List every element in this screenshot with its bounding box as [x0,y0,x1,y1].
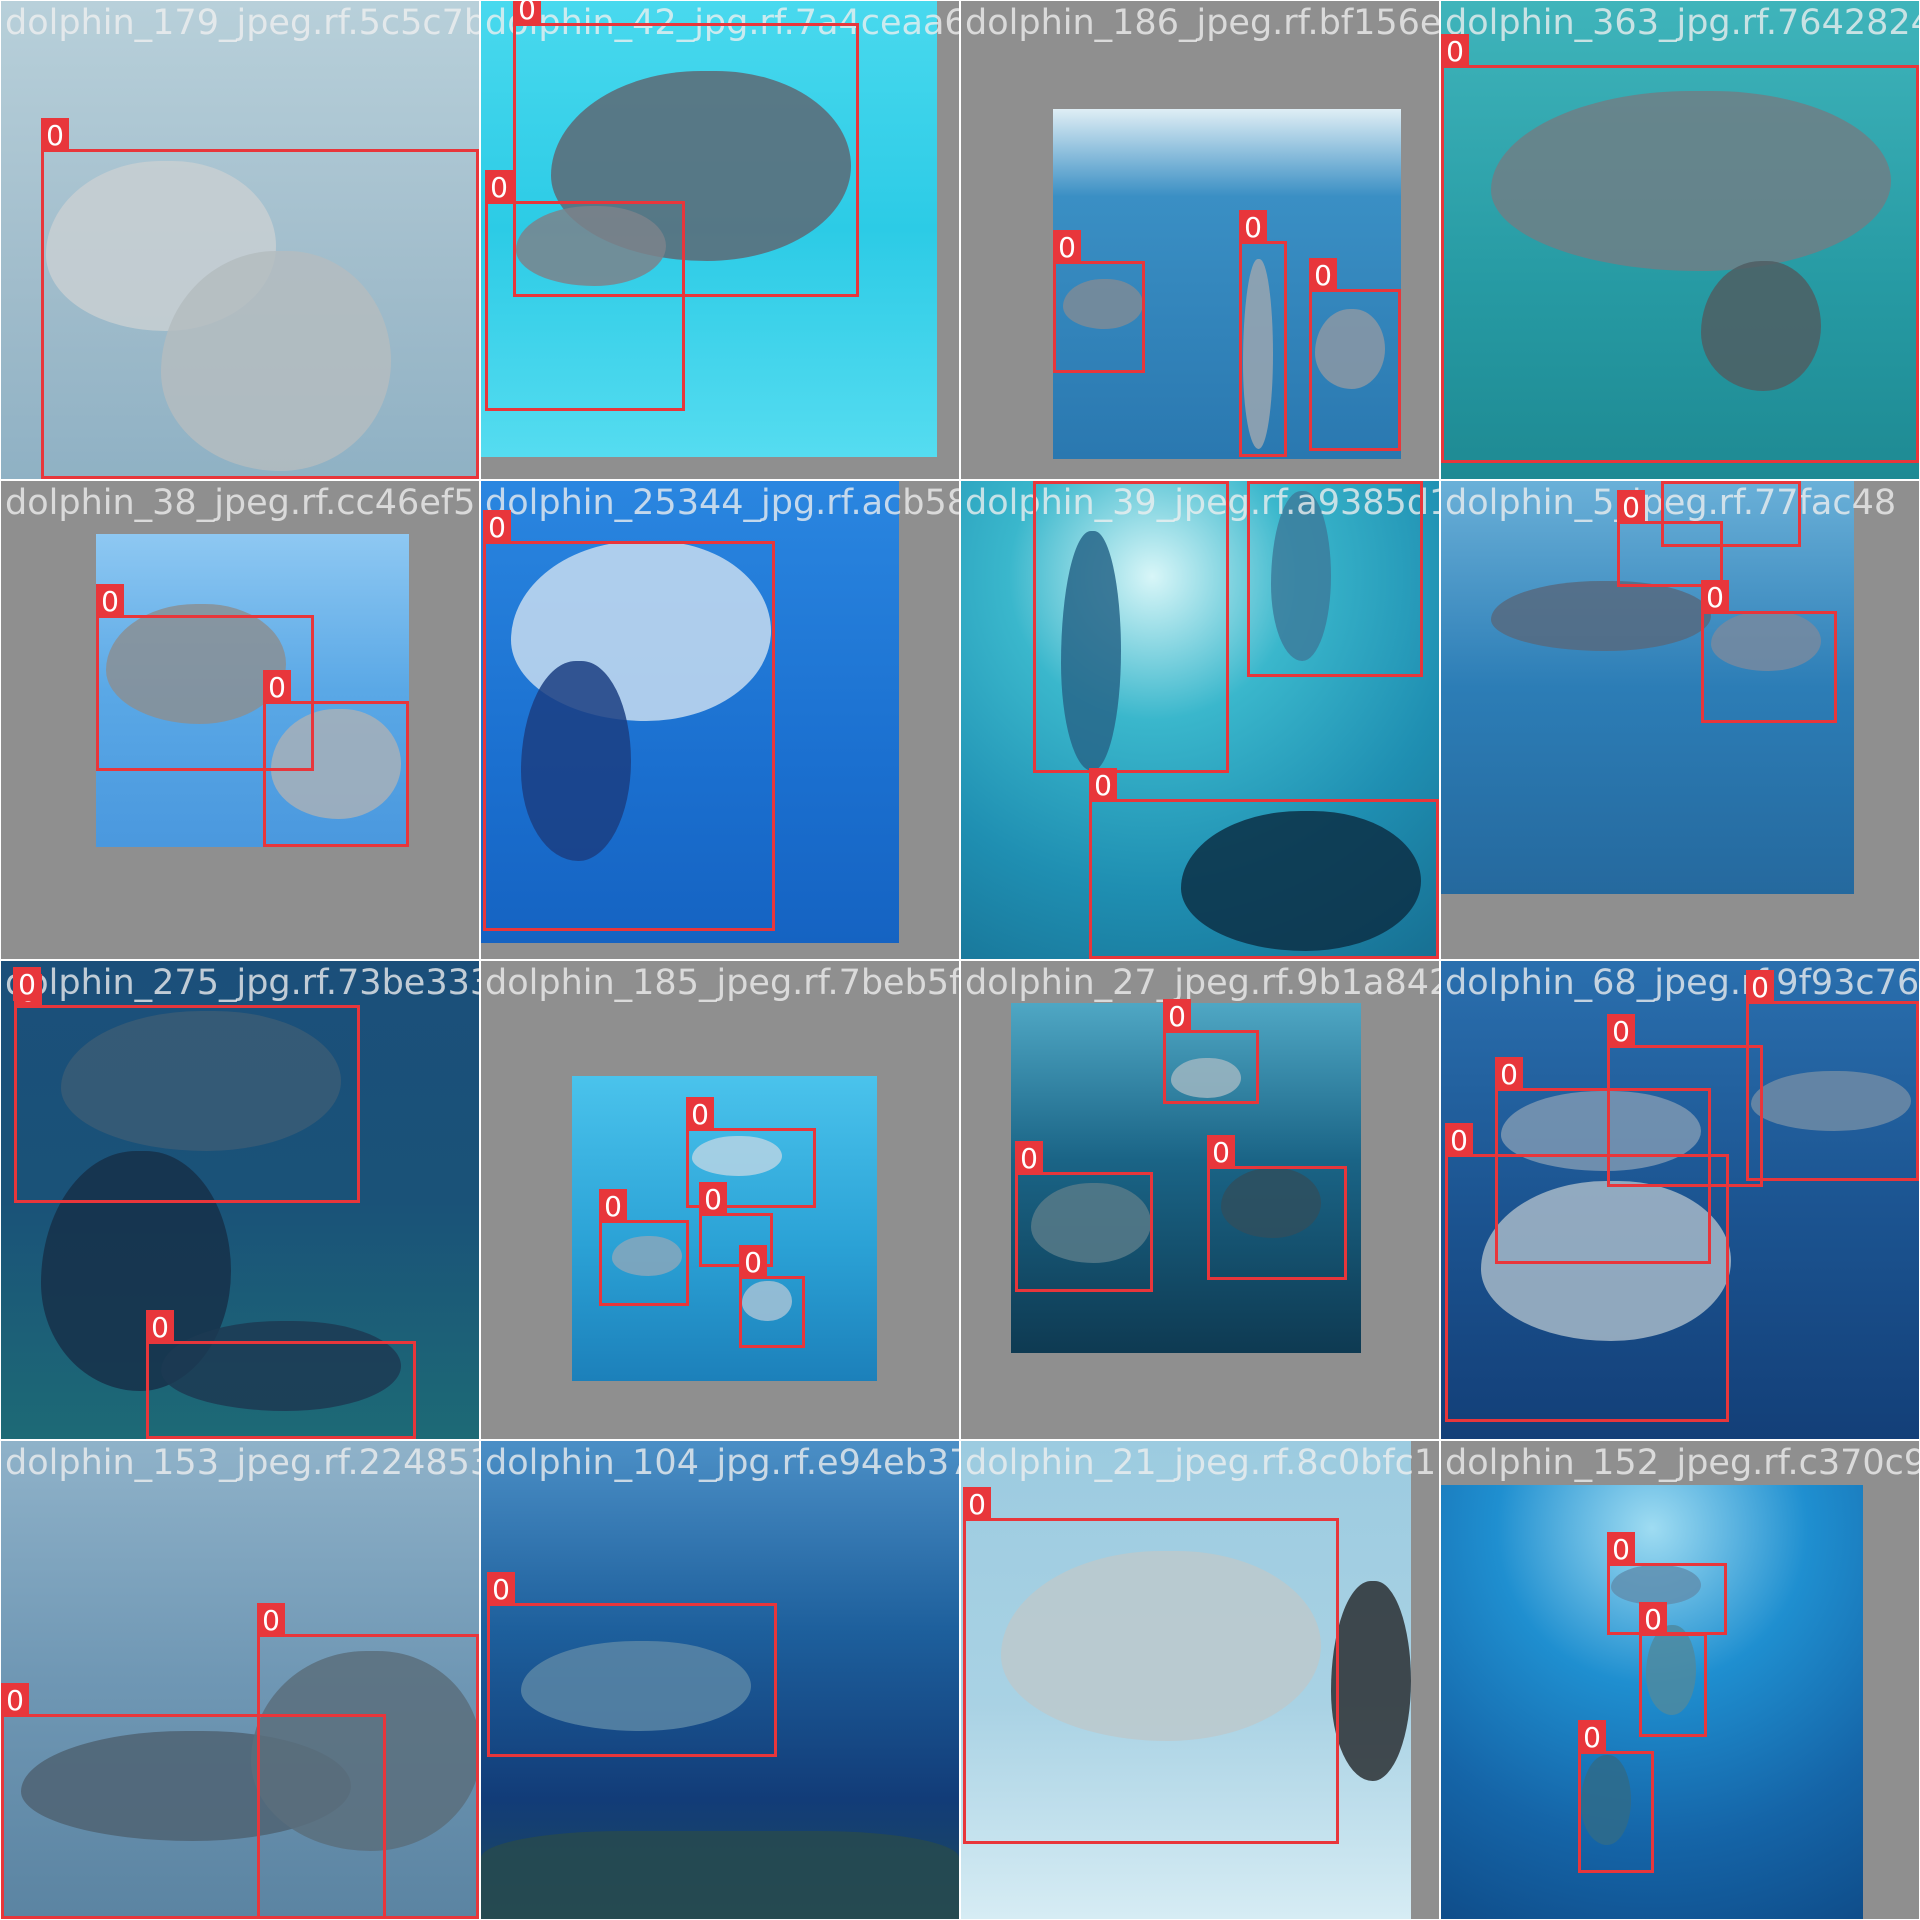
image-filename: dolphin_185_jpeg.rf.7beb5f9 [485,963,959,1003]
class-label: 0 [263,670,291,704]
bounding-box: 0 [14,974,360,1203]
detection-mosaic: dolphin_179_jpeg.rf.5c5c7b9d21fdd12bde36… [0,0,1920,1920]
bounding-box: 0 [1089,768,1439,959]
bounding-box: 0 [487,1572,777,1757]
image-tile-4: dolphin_363_jpg.rf.7642824c 0 [1441,1,1919,479]
class-label: 0 [699,1182,727,1216]
bounding-box: 0 [1746,970,1919,1181]
image-filename: dolphin_186_jpeg.rf.bf156efb79ab53626d.j… [965,3,1439,43]
image-tile-11: dolphin_27_jpeg.rf.9b1a842 0 0 0 [961,961,1439,1439]
bounding-box: 0 [1441,34,1919,463]
bounding-box: 0 [1607,1532,1727,1635]
image-tile-2: dolphin_42_jpg.rf.7a4ceaa6769117ef186a83… [481,1,959,479]
class-label: 0 [1661,481,1689,484]
class-label: 0 [1578,1720,1606,1754]
class-label: 0 [1617,490,1645,524]
bounding-box: 0 [1639,1602,1707,1737]
image-filename: dolphin_152_jpeg.rf.c370c9c [1445,1443,1919,1483]
bounding-box: 0 [1015,1141,1153,1292]
bounding-box: 0 [485,170,685,411]
bounding-box: 0 [1239,210,1287,457]
class-label: 0 [1701,580,1729,614]
image-tile-5: dolphin_38_jpeg.rf.cc46ef51 0 0 [1,481,479,959]
class-label: 0 [483,510,511,544]
class-label: 0 [513,1,541,26]
image-tile-13: dolphin_153_jpeg.rf.224853 0 0 [1,1441,479,1919]
class-label: 0 [1053,230,1081,264]
class-label: 0 [1163,999,1191,1033]
image-filename: dolphin_27_jpeg.rf.9b1a842 [965,963,1439,1003]
image-tile-1: dolphin_179_jpeg.rf.5c5c7b9d21fdd12bde36… [1,1,479,479]
class-label: 0 [1015,1141,1043,1175]
dolphin-shape [481,1831,959,1919]
bounding-box: 0 [263,670,409,847]
image-tile-15: dolphin_21_jpeg.rf.8c0bfc1 0 [961,1441,1439,1919]
image-tile-12: dolphin_68_jpeg.rf.9f93c76b 0 0 0 0 [1441,961,1919,1439]
image-filename: dolphin_38_jpeg.rf.cc46ef51 [5,483,479,523]
class-label: 0 [1639,1602,1667,1636]
class-label: 0 [1495,1057,1523,1091]
class-label: 0 [739,1245,767,1279]
class-label: 0 [599,1189,627,1223]
class-label: 0 [1445,1123,1473,1157]
bounding-box: 0 [1,1683,386,1919]
bounding-box: 0 [1247,481,1423,677]
class-label: 0 [487,1572,515,1606]
image-tile-10: dolphin_185_jpeg.rf.7beb5f9 0 0 0 0 [481,961,959,1439]
class-label: 0 [1746,970,1774,1004]
class-label: 0 [1033,481,1061,484]
class-label: 0 [686,1097,714,1131]
image-tile-16: dolphin_152_jpeg.rf.c370c9c 0 0 0 [1441,1441,1919,1919]
image-tile-6: dolphin_25344_jpg.rf.acb58696 0 [481,481,959,959]
image-tile-9: dolphin_275_jpg.rf.73be3339 0 0 0 [1,961,479,1439]
image-tile-8: dolphin_5_jpeg.rf.77fac48 0 0 0 [1441,481,1919,959]
class-label: 0 [1207,1135,1235,1169]
class-label: 0 [1247,481,1275,484]
bounding-box: 0 [963,1487,1339,1844]
bounding-box: 0 [1207,1135,1347,1280]
class-label: 0 [257,1603,285,1637]
image-tile-7: dolphin_39_jpeg.rf.a9385d12 0 0 0 [961,481,1439,959]
bounding-box: 0 [739,1245,805,1348]
class-label: 0 [1309,258,1337,292]
image-tile-14: dolphin_104_jpg.rf.e94eb37 0 [481,1441,959,1919]
bounding-box: 0 [146,1310,416,1439]
class-label: 0 [963,1487,991,1521]
class-label: 0 [1,1683,29,1717]
bounding-box: 0 [1578,1720,1654,1873]
bounding-box: 0 [1445,1123,1729,1422]
class-label: 0 [1607,1014,1635,1048]
class-label: 0 [96,584,124,618]
bounding-box: 0 [1701,580,1837,723]
bounding-box: 0 [1163,999,1259,1104]
bounding-box: 0 [1617,490,1723,587]
dolphin-shape [1331,1581,1411,1781]
image-tile-3: dolphin_186_jpeg.rf.bf156efb79ab53626d.j… [961,1,1439,479]
bounding-box: 0 [1309,258,1401,451]
class-label: 0 [485,170,513,204]
dolphin-shape [1491,581,1711,651]
class-label: 0 [146,1310,174,1344]
class-label: 0 [13,967,41,1001]
class-label: 0 [1441,34,1469,68]
bounding-box: 0 [41,118,479,479]
bounding-box: 0 [483,510,775,931]
class-label: 0 [1239,210,1267,244]
bounding-box: 0 [599,1189,689,1306]
bounding-box: 0 [1053,230,1145,373]
class-label: 0 [1607,1532,1635,1566]
bounding-box: 0 [1033,481,1229,773]
class-label: 0 [41,118,69,152]
class-label: 0 [1089,768,1117,802]
